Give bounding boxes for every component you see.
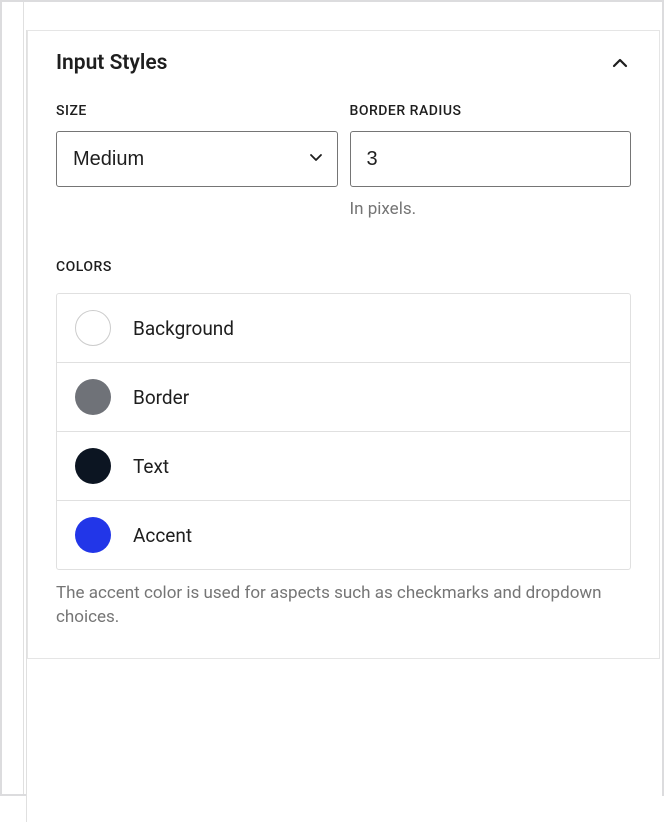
colors-label: COLORS xyxy=(56,259,631,275)
color-row-accent[interactable]: Accent xyxy=(57,501,630,569)
border-radius-help: In pixels. xyxy=(350,199,632,219)
color-label: Border xyxy=(133,386,189,409)
size-label: SIZE xyxy=(56,103,338,119)
border-radius-label: BORDER RADIUS xyxy=(350,103,632,119)
swatch-background xyxy=(75,310,111,346)
color-row-text[interactable]: Text xyxy=(57,432,630,501)
color-row-border[interactable]: Border xyxy=(57,363,630,432)
settings-panel: Input Styles SIZE Medium xyxy=(26,30,662,822)
section-header-input-styles[interactable]: Input Styles xyxy=(28,30,659,83)
border-radius-input[interactable] xyxy=(350,131,632,187)
color-label: Text xyxy=(133,455,169,478)
swatch-text xyxy=(75,448,111,484)
swatch-border xyxy=(75,379,111,415)
color-label: Accent xyxy=(133,524,192,547)
color-label: Background xyxy=(133,317,234,340)
swatch-accent xyxy=(75,517,111,553)
left-rail xyxy=(2,2,24,794)
color-row-background[interactable]: Background xyxy=(57,294,630,363)
section-title: Input Styles xyxy=(56,51,167,75)
colors-help: The accent color is used for aspects suc… xyxy=(56,582,631,630)
size-select[interactable]: Medium xyxy=(56,131,338,187)
chevron-up-icon[interactable] xyxy=(609,52,631,74)
color-list: Background Border Text Accent xyxy=(56,293,631,570)
